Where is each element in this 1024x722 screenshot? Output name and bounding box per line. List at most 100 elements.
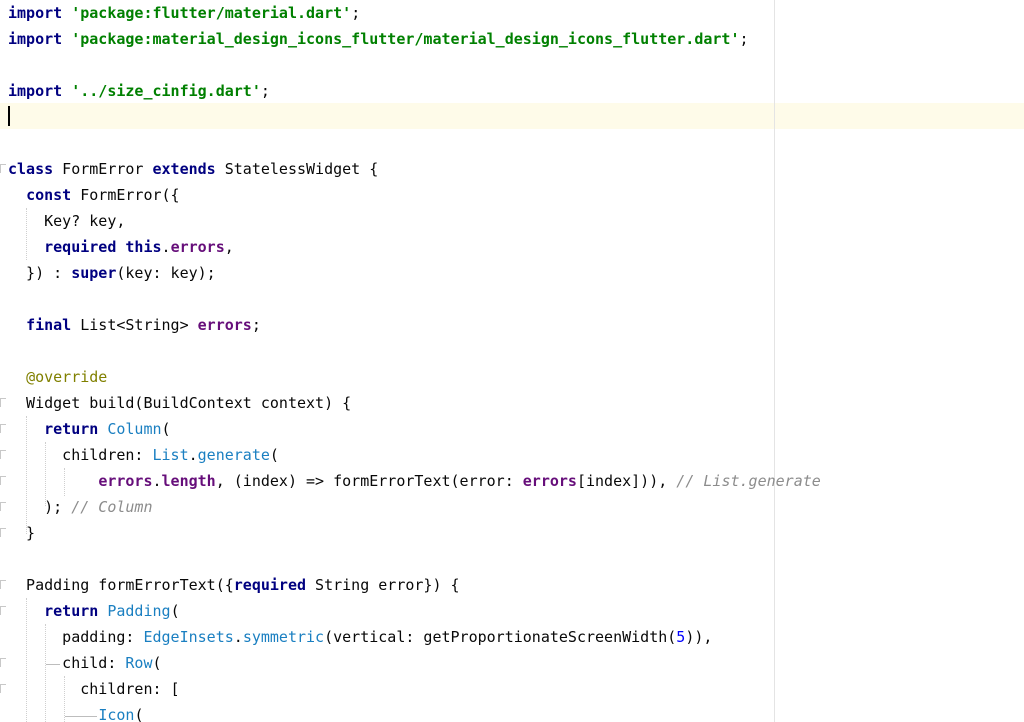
code-line[interactable]: child: Row( xyxy=(8,650,821,676)
code-line[interactable] xyxy=(8,104,821,130)
code-line[interactable]: const FormError({ xyxy=(8,182,821,208)
code-line[interactable] xyxy=(8,130,821,156)
fold-marker-icon[interactable] xyxy=(0,684,6,693)
code-line[interactable]: Icon( xyxy=(8,702,821,722)
code-token: 5 xyxy=(676,628,686,646)
code-line[interactable]: children: [ xyxy=(8,676,821,702)
code-line[interactable] xyxy=(8,546,821,572)
code-line[interactable]: Widget build(BuildContext context) { xyxy=(8,390,821,416)
code-token: ); xyxy=(8,498,72,516)
code-line[interactable] xyxy=(8,286,821,312)
fold-marker-icon[interactable] xyxy=(0,528,6,537)
code-token: errors xyxy=(197,316,252,334)
code-token: this xyxy=(125,238,162,256)
code-token: ( xyxy=(134,706,144,722)
code-token: StatelessWidget { xyxy=(215,160,379,178)
code-editor[interactable]: import 'package:flutter/material.dart'; i… xyxy=(0,0,1024,722)
code-line[interactable] xyxy=(8,52,821,78)
code-line[interactable]: Padding formErrorText({required String e… xyxy=(8,572,821,598)
code-line[interactable]: import 'package:material_design_icons_fl… xyxy=(8,26,821,52)
code-token: '../size_cinfig.dart' xyxy=(71,82,261,100)
fold-marker-icon[interactable] xyxy=(0,606,6,615)
code-token: @override xyxy=(26,368,108,386)
code-line[interactable]: return Column( xyxy=(8,416,821,442)
code-token: import xyxy=(8,4,63,22)
code-token: 'package:material_design_icons_flutter/m… xyxy=(71,30,740,48)
code-token: ; xyxy=(739,30,749,48)
code-lines[interactable]: import 'package:flutter/material.dart'; i… xyxy=(8,0,821,722)
fold-marker-icon[interactable] xyxy=(0,658,6,667)
code-line[interactable]: final List<String> errors; xyxy=(8,312,821,338)
code-token: errors xyxy=(170,238,225,256)
code-token: extends xyxy=(152,160,216,178)
code-token: Widget build(BuildContext context) { xyxy=(8,394,352,412)
code-token: return xyxy=(44,602,99,620)
fold-marker-icon[interactable] xyxy=(0,450,6,459)
code-line[interactable] xyxy=(8,338,821,364)
code-token: . xyxy=(233,628,243,646)
code-line[interactable]: } xyxy=(8,520,821,546)
code-token: errors xyxy=(98,472,153,490)
code-line[interactable]: errors.length, (index) => formErrorText(… xyxy=(8,468,821,494)
fold-marker-icon[interactable] xyxy=(0,164,6,173)
code-token: length xyxy=(161,472,216,490)
code-token: children: xyxy=(8,446,153,464)
code-token: ; xyxy=(251,316,261,334)
fold-marker-icon[interactable] xyxy=(0,424,6,433)
code-token: Padding xyxy=(107,602,171,620)
code-line[interactable]: class FormError extends StatelessWidget … xyxy=(8,156,821,182)
code-line[interactable]: }) : super(key: key); xyxy=(8,260,821,286)
code-token: EdgeInsets xyxy=(143,628,234,646)
code-token: super xyxy=(71,264,117,282)
code-token: ; xyxy=(351,4,361,22)
code-token: . xyxy=(152,472,162,490)
code-token: Icon xyxy=(98,706,135,722)
code-line[interactable]: @override xyxy=(8,364,821,390)
code-token: // List.generate xyxy=(676,472,821,490)
code-token: , (index) => formErrorText(error: xyxy=(215,472,523,490)
code-token: } xyxy=(8,524,36,542)
code-line[interactable]: import '../size_cinfig.dart'; xyxy=(8,78,821,104)
fold-marker-icon[interactable] xyxy=(0,502,6,511)
code-token: . xyxy=(161,238,171,256)
code-token: List xyxy=(152,446,189,464)
code-token: Padding formErrorText({ xyxy=(8,576,234,594)
code-token: ( xyxy=(152,654,162,672)
code-line[interactable]: required this.errors, xyxy=(8,234,821,260)
code-token: const xyxy=(26,186,72,204)
code-token: ; xyxy=(260,82,270,100)
code-line[interactable]: children: List.generate( xyxy=(8,442,821,468)
code-token: required xyxy=(233,576,307,594)
code-token: )), xyxy=(685,628,713,646)
code-token: FormError xyxy=(53,160,153,178)
code-token: // Column xyxy=(71,498,153,516)
code-line[interactable]: import 'package:flutter/material.dart'; xyxy=(8,0,821,26)
fold-marker-icon[interactable] xyxy=(0,398,6,407)
code-token: ( xyxy=(161,420,171,438)
code-token: class xyxy=(8,160,54,178)
code-line[interactable]: Key? key, xyxy=(8,208,821,234)
code-token: children: [ xyxy=(8,680,180,698)
fold-marker-icon[interactable] xyxy=(0,476,6,485)
code-token: return xyxy=(44,420,99,438)
code-token: (vertical: getProportionateScreenWidth( xyxy=(324,628,677,646)
code-line[interactable]: padding: EdgeInsets.symmetric(vertical: … xyxy=(8,624,821,650)
code-token: final xyxy=(26,316,72,334)
code-token: String error}) { xyxy=(306,576,460,594)
code-token: Key? key, xyxy=(8,212,126,230)
code-line[interactable]: return Padding( xyxy=(8,598,821,624)
code-token: , xyxy=(224,238,234,256)
code-line[interactable]: ); // Column xyxy=(8,494,821,520)
fold-marker-icon[interactable] xyxy=(0,580,6,589)
